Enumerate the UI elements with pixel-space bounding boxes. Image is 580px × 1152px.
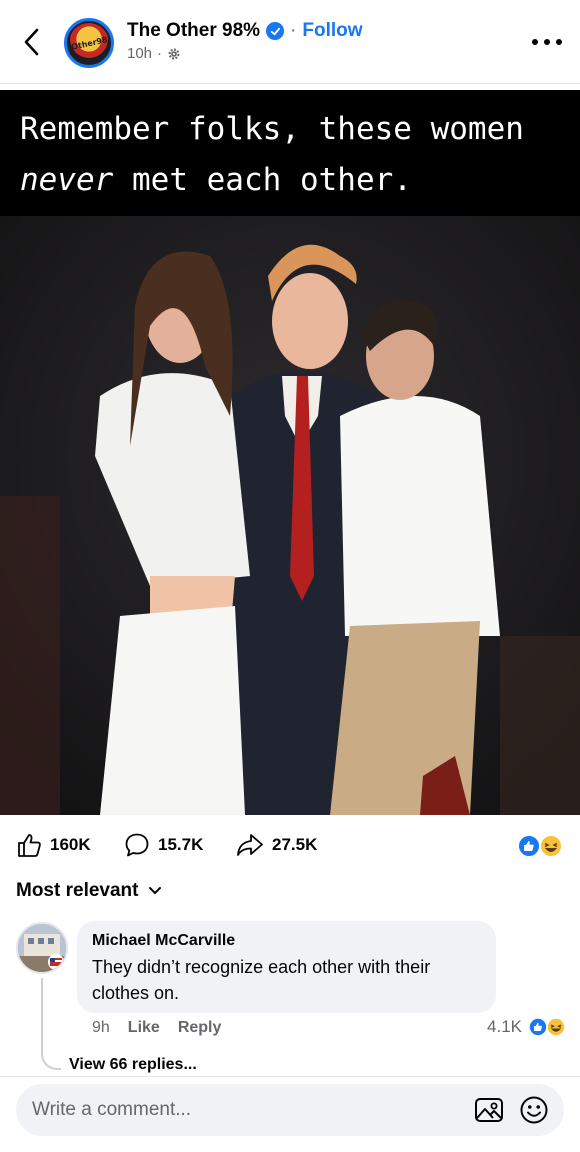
page-logo-text: Other98 <box>70 34 108 52</box>
commenter-avatar-image <box>18 924 66 972</box>
haha-reaction-icon <box>539 834 563 858</box>
share-button[interactable]: 27.5K <box>236 828 317 862</box>
verified-badge-icon <box>266 22 285 40</box>
post-header: Other98 The Other 98% · Follow 10h · <box>0 0 580 84</box>
photo-button[interactable] <box>474 1095 504 1125</box>
emoji-button[interactable] <box>519 1095 549 1125</box>
comment-meta: 9h Like Reply <box>92 1019 221 1037</box>
haha-reaction-icon <box>546 1017 566 1037</box>
caption-line-1: Remember folks, these women <box>20 111 524 147</box>
page-avatar[interactable]: Other98 <box>64 18 114 68</box>
page-name[interactable]: The Other 98% <box>127 20 260 42</box>
caption-emphasis: never <box>20 162 114 198</box>
like-reaction-icon <box>517 834 541 858</box>
photo-icon <box>475 1098 503 1122</box>
comment-input[interactable] <box>32 1084 462 1136</box>
comment-reaction-count: 4.1K <box>487 1017 522 1036</box>
back-button[interactable] <box>14 22 48 62</box>
more-dot <box>556 39 562 45</box>
share-arrow-icon <box>237 834 263 856</box>
sort-label: Most relevant <box>16 880 139 901</box>
like-button[interactable]: 160K <box>16 828 91 862</box>
emoji-icon <box>520 1096 548 1124</box>
comment-reply-button[interactable]: Reply <box>178 1019 222 1037</box>
like-count: 160K <box>50 835 91 854</box>
caption-line-2: met each other. <box>113 162 412 198</box>
chevron-down-icon <box>149 887 162 894</box>
more-options-button[interactable] <box>532 30 562 54</box>
comment-time[interactable]: 9h <box>92 1019 110 1037</box>
comment-bubble[interactable]: Michael McCarville They didn’t recognize… <box>77 921 496 1013</box>
page-name-row: The Other 98% · Follow <box>127 20 363 42</box>
comment-sort-dropdown[interactable]: Most relevant <box>16 880 162 902</box>
comment-reaction-icons <box>528 1017 566 1037</box>
commenter-avatar[interactable] <box>16 922 68 974</box>
reaction-summary[interactable] <box>516 834 564 858</box>
post-actions: 160K 15.7K 27.5K <box>0 828 580 862</box>
comment-count: 15.7K <box>158 835 204 854</box>
comment-bubble-icon <box>125 833 149 857</box>
share-count: 27.5K <box>272 835 318 854</box>
photo-illustration <box>0 216 580 815</box>
meme-caption: Remember folks, these women never met ea… <box>20 104 580 206</box>
post-time[interactable]: 10h <box>127 45 152 62</box>
post-photo[interactable] <box>0 216 580 815</box>
more-dot <box>532 39 538 45</box>
page-logo: Other98 <box>69 23 109 63</box>
reply-thread-line <box>41 978 61 1070</box>
post-meta: 10h · <box>127 45 181 62</box>
comment-text: They didn’t recognize each other with th… <box>92 957 431 1003</box>
comment-like-button[interactable]: Like <box>128 1019 160 1037</box>
comment-reactions[interactable]: 4.1K <box>487 1017 566 1037</box>
meta-separator: · <box>157 45 163 62</box>
follow-button[interactable]: Follow <box>302 20 362 42</box>
gear-icon <box>168 48 180 59</box>
comment-button[interactable]: 15.7K <box>124 828 203 862</box>
chevron-left-icon <box>24 28 39 56</box>
view-replies-link[interactable]: View 66 replies... <box>69 1056 197 1074</box>
thumbs-up-icon <box>18 834 41 857</box>
more-dot <box>544 39 550 45</box>
comment-author[interactable]: Michael McCarville <box>92 932 481 950</box>
like-reaction-icon <box>528 1017 548 1037</box>
separator: · <box>290 20 297 41</box>
